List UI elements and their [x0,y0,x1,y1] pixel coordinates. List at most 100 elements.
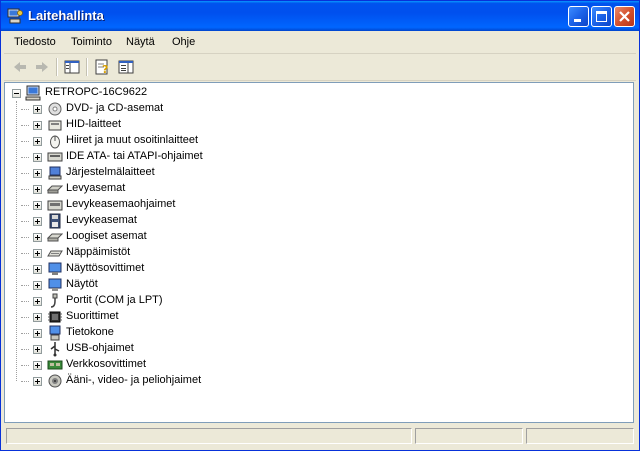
tree-guide-line [21,301,29,302]
menu-view[interactable]: Näytä [126,36,155,48]
expand-toggle[interactable] [33,281,42,290]
expand-toggle[interactable] [33,201,42,210]
window-title: Laitehallinta [28,8,104,23]
back-arrow-icon[interactable] [10,57,30,77]
tree-guide-line [21,365,29,366]
expand-toggle[interactable] [33,249,42,258]
expand-toggle[interactable] [33,137,42,146]
expand-toggle[interactable] [33,169,42,178]
tree-guide-line [21,269,29,270]
tree-guide-line [21,237,29,238]
expand-toggle[interactable] [33,153,42,162]
expand-toggle[interactable] [33,377,42,386]
collapse-root-toggle[interactable] [12,89,21,98]
disk-drive-icon [46,181,64,197]
expand-toggle[interactable] [33,233,42,242]
tree-guide-line [21,189,29,190]
tree-category-node[interactable]: DVD- ja CD-asemat [10,101,270,117]
dvd-cd-drive-icon [47,101,63,117]
tree-guide-line [21,285,29,286]
title-bar[interactable]: Laitehallinta [1,1,639,31]
expand-toggle[interactable] [33,297,42,306]
expand-toggle[interactable] [33,217,42,226]
tree-guide-line [21,253,29,254]
ide-controller-icon [47,149,63,165]
tree-category-node[interactable]: Levyasemat [10,181,270,197]
close-button[interactable] [614,6,635,27]
device-manager-icon [7,8,23,24]
tree-category-label: Loogiset asemat [66,230,147,242]
keyboard-icon [47,245,63,261]
tree-guide-line [21,333,29,334]
device-tree-pane: RETROPC-16C9622 DVD- ja CD-asemat HID-lai… [4,82,634,423]
floppy-drive-icon [47,213,63,229]
tree-category-node[interactable]: Suorittimet [10,309,270,325]
expand-toggle[interactable] [33,345,42,354]
sound-icon [47,373,63,389]
status-pane-main [6,428,412,444]
tree-category-node[interactable]: Hiiret ja muut osoitinlaitteet [10,133,270,149]
tree-category-node[interactable]: HID-laitteet [10,117,270,133]
expand-toggle[interactable] [33,329,42,338]
processor-icon [47,309,63,325]
status-bar [4,425,636,447]
tree-category-node[interactable]: Portit (COM ja LPT) [10,293,270,309]
hid-device-icon [47,117,63,133]
status-pane-2 [415,428,523,444]
tree-root-label: RETROPC-16C9622 [45,86,148,98]
tree-category-label: Levyasemat [66,182,126,194]
tree-guide-line [21,381,29,382]
tree-category-label: Suorittimet [66,310,119,322]
display-adapter-icon [47,261,63,277]
expand-toggle[interactable] [33,361,42,370]
expand-toggle[interactable] [33,121,42,130]
tree-guide-line [21,141,29,142]
tree-category-node[interactable]: IDE ATA- tai ATAPI-ohjaimet [10,149,270,165]
tree-category-node[interactable]: Järjestelmälaitteet [10,165,270,181]
expand-toggle[interactable] [33,185,42,194]
tree-category-label: Näppäimistöt [66,246,131,258]
port-icon [47,293,63,309]
tree-category-node[interactable]: Levykeasemaohjaimet [10,197,270,213]
tree-category-node[interactable]: Näytöt [10,277,270,293]
tree-category-label: Hiiret ja muut osoitinlaitteet [66,134,199,146]
tree-category-node[interactable]: USB-ohjaimet [10,341,270,357]
tree-category-label: DVD- ja CD-asemat [66,102,164,114]
tree-category-label: IDE ATA- tai ATAPI-ohjaimet [66,150,203,162]
tree-category-node[interactable]: Ääni-, video- ja peliohjaimet [10,373,270,389]
tree-category-label: Verkkosovittimet [66,358,147,370]
show-hide-console-tree-icon[interactable] [62,57,82,77]
tree-category-label: Näytöt [66,278,98,290]
minimize-button[interactable] [568,6,589,27]
expand-toggle[interactable] [33,265,42,274]
tree-category-node[interactable]: Levykeasemat [10,213,270,229]
tree-category-label: Tietokone [66,326,114,338]
properties-help-icon[interactable]: ? [92,57,112,77]
floppy-controller-icon [47,197,63,213]
toolbar: ? [4,54,636,81]
tree-category-node[interactable]: Näppäimistöt [10,245,270,261]
maximize-button[interactable] [591,6,612,27]
export-list-icon[interactable] [116,57,136,77]
logical-drive-icon [46,229,64,245]
tree-category-label: Levykeasemat [66,214,137,226]
tree-category-node[interactable]: Loogiset asemat [10,229,270,245]
tree-category-label: Järjestelmälaitteet [66,166,155,178]
expand-toggle[interactable] [33,313,42,322]
computer-icon [25,85,41,101]
menu-action[interactable]: Toiminto [71,36,112,48]
tree-category-node[interactable]: Näyttösovittimet [10,261,270,277]
tree-category-label: USB-ohjaimet [66,342,134,354]
tree-root-node[interactable]: RETROPC-16C9622 [10,85,210,101]
tree-category-node[interactable]: Tietokone [10,325,270,341]
menu-help[interactable]: Ohje [172,36,195,48]
tree-category-node[interactable]: Verkkosovittimet [10,357,270,373]
monitor-icon [47,277,63,293]
expand-toggle[interactable] [33,105,42,114]
tree-category-label: Levykeasemaohjaimet [66,198,176,210]
computer-icon [47,325,63,341]
device-manager-window: Laitehallinta Tiedosto Toiminto Näytä Oh… [0,0,640,451]
forward-arrow-icon[interactable] [32,57,52,77]
menu-file[interactable]: Tiedosto [14,36,56,48]
usb-icon [47,341,63,357]
